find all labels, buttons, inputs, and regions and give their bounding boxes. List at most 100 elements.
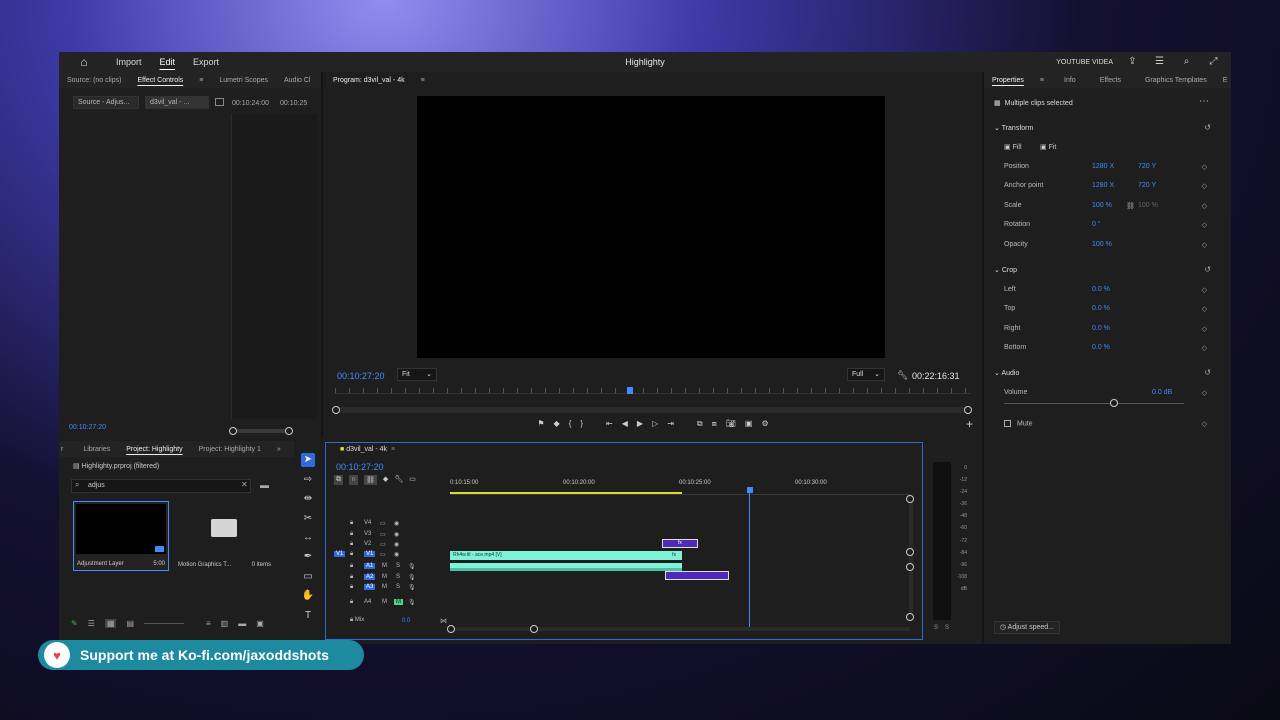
type-icon[interactable]: T (301, 609, 315, 623)
step-back-icon[interactable]: ◀ (622, 419, 628, 429)
track-a4[interactable]: 🔒︎ A4 M M 🎙︎ (326, 599, 451, 609)
mic-icon[interactable]: 🎙︎ (408, 574, 416, 581)
menu-edit[interactable]: Edit (151, 52, 185, 72)
keyframe-icon[interactable]: ◇ (1202, 286, 1207, 294)
tab-effect-controls[interactable]: Effect Controls (129, 77, 191, 84)
tab-info[interactable]: Info (1056, 77, 1084, 84)
tab-truncated[interactable]: r (59, 446, 65, 453)
new-bin-footer-icon[interactable]: ▬ (238, 619, 246, 628)
go-to-edit-icon[interactable]: ⋈ (440, 617, 447, 625)
eye-icon[interactable]: ◉ (394, 531, 399, 538)
more-options-icon[interactable]: ⋯ (1199, 96, 1209, 107)
volume-slider-handle[interactable] (1110, 399, 1118, 407)
solo-toggle[interactable]: S (396, 563, 400, 569)
linked-selection-icon[interactable]: ⛓︎ (364, 475, 377, 485)
nest-icon[interactable]: ⧉ (334, 475, 343, 485)
eye-icon[interactable]: ◉ (394, 541, 399, 548)
mark-out-icon[interactable]: } (580, 419, 583, 429)
search-icon[interactable]: ⌕ (1179, 55, 1194, 69)
freeform-view-icon[interactable]: ▤ (126, 619, 134, 628)
share-icon[interactable]: ⇪ (1125, 55, 1140, 69)
tab-source[interactable]: Source: (no clips) (59, 77, 129, 84)
vscroll-handle-bottom[interactable] (906, 613, 914, 621)
mic-icon[interactable]: 🎙︎ (408, 584, 416, 591)
lock-icon[interactable]: 🔒︎ (350, 551, 353, 558)
mark-in-icon[interactable]: { (569, 419, 572, 429)
clip-v1-video[interactable]: Rh4w.itl - ace.mp4 [V] fx (450, 551, 682, 560)
menu-export[interactable]: Export (184, 52, 228, 72)
tab-properties[interactable]: Properties (984, 77, 1032, 84)
captions-icon[interactable]: ▭ (409, 475, 416, 485)
go-to-in-icon[interactable]: ⇤ (606, 419, 613, 429)
icon-view-icon[interactable]: ▦ (104, 619, 117, 628)
rectangle-icon[interactable]: ▭ (301, 570, 315, 584)
keyframe-icon[interactable]: ◇ (1202, 163, 1207, 171)
clip-v2-adjustment[interactable]: fx (662, 539, 698, 548)
clip-a2-audio[interactable] (665, 571, 729, 580)
lock-icon[interactable]: 🔒︎ (350, 531, 353, 538)
prop-value-x[interactable]: 1280 X (1092, 163, 1114, 170)
prop-value-scale[interactable]: 100 % (1092, 202, 1112, 209)
mini-tab-source[interactable]: Source - Adjus... (73, 96, 139, 109)
fill-option[interactable]: ▣ Fill (1004, 143, 1022, 151)
add-marker-icon[interactable]: ◆ (383, 475, 388, 485)
track-v2[interactable]: 🔒︎ V2 ▭ ◉ (326, 541, 451, 551)
solo-left[interactable]: S (934, 625, 938, 631)
timeline-playhead-head[interactable] (747, 487, 753, 493)
crop-value[interactable]: 0.0 % (1092, 305, 1110, 312)
tab-project-highlighty[interactable]: Project: Highlighty (118, 446, 190, 453)
solo-toggle[interactable]: S (396, 584, 400, 590)
link-icon[interactable]: ⛓︎ (1126, 202, 1135, 210)
source-patch-v1[interactable]: V1 (334, 551, 346, 557)
hscroll-handle-right[interactable] (530, 625, 538, 633)
project-item-motion-graphics[interactable]: Motion Graphics T... 0 items (175, 501, 271, 571)
reset-transform-icon[interactable]: ↺ (1204, 123, 1211, 132)
tab-project-highlighty-1[interactable]: Project: Highlighty 1 (191, 446, 269, 453)
keyframe-icon[interactable]: ◇ (1202, 325, 1207, 333)
sync-icon[interactable]: ▭ (380, 531, 386, 538)
mute-checkbox[interactable] (1004, 420, 1011, 427)
eye-icon[interactable]: ◉ (394, 520, 399, 527)
menu-import[interactable]: Import (107, 52, 151, 72)
ec-zoom-handle-left[interactable] (229, 427, 237, 435)
clip-a1-audio[interactable] (450, 563, 682, 571)
fit-option[interactable]: ▣ Fit (1040, 143, 1056, 151)
tab-program[interactable]: Program: d3vil_val - 4k (325, 77, 413, 84)
add-button-icon[interactable]: + (966, 417, 973, 431)
timeline-settings-icon[interactable]: 🔧︎ (394, 475, 403, 485)
new-item-icon[interactable]: ▣ (256, 619, 264, 628)
ec-zoom-handle-right[interactable] (285, 427, 293, 435)
prop-value-x[interactable]: 1280 X (1092, 182, 1114, 189)
volume-slider-track[interactable] (1004, 403, 1184, 404)
timeline-tab[interactable]: ■ d3vil_val - 4k ≡ (340, 446, 395, 453)
toggle-view-icon[interactable] (215, 98, 224, 106)
reset-crop-icon[interactable]: ↺ (1204, 265, 1211, 274)
mix-value[interactable]: 0.0 (402, 618, 410, 624)
tab-effects[interactable]: Effects (1092, 77, 1129, 84)
keyframe-icon[interactable]: ◇ (1202, 420, 1207, 428)
timeline-timecode[interactable]: 00:10:27:20 (336, 462, 384, 472)
solo-right[interactable]: S (945, 625, 949, 631)
mute-toggle[interactable]: M (382, 563, 387, 569)
ec-timecode[interactable]: 00:10:27:20 (69, 424, 106, 431)
list-view-icon[interactable]: ☰ (88, 619, 95, 628)
program-video-frame[interactable] (417, 96, 885, 358)
hscroll-handle-left[interactable] (447, 625, 455, 633)
track-select-icon[interactable]: ⇨ (301, 473, 315, 487)
fullscreen-icon[interactable]: ⤢ (1206, 55, 1221, 69)
project-item-adjustment-layer[interactable]: Adjustment Layer 5:00 (73, 501, 169, 571)
crop-value[interactable]: 0.0 % (1092, 344, 1110, 351)
keyframe-icon[interactable]: ◇ (1202, 202, 1207, 210)
sync-icon[interactable]: ▭ (380, 551, 386, 558)
mic-icon[interactable]: 🎙︎ (408, 563, 416, 570)
snap-icon[interactable]: ∩ (349, 475, 359, 485)
markers-icon[interactable]: ⚑ (537, 419, 544, 429)
extract-icon[interactable]: ⧈ (712, 419, 717, 429)
home-icon[interactable]: ⌂ (73, 52, 95, 72)
go-to-out-icon[interactable]: ⇥ (667, 419, 674, 429)
prop-value-rotation[interactable]: 0 ° (1092, 221, 1101, 228)
quality-select[interactable]: Full ⌄ (847, 368, 885, 381)
track-v3[interactable]: 🔒︎ V3 ▭ ◉ (326, 531, 451, 541)
track-a3[interactable]: 🔒︎ A3 M S 🎙︎ (326, 584, 451, 594)
clear-search-icon[interactable]: ✕ (241, 480, 248, 489)
